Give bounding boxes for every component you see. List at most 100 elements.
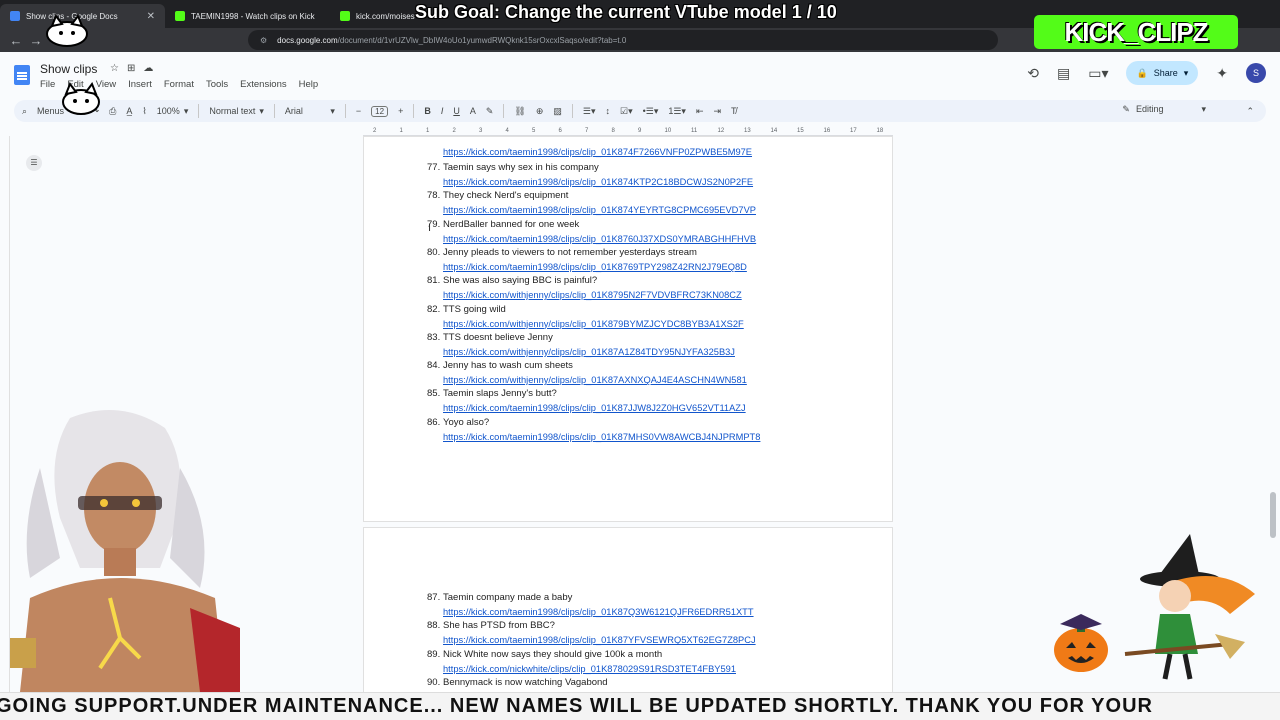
list-number: 89. [427,648,441,660]
list-number: 78. [427,190,441,202]
clip-title: 80. Jenny pleads to viewers to not rememb… [427,246,883,260]
share-button[interactable]: 🔒 Share ▾ [1126,61,1199,85]
chevron-down-icon: ▾ [1201,104,1206,114]
editing-mode-select[interactable]: ✎ Editing ▾ [1122,104,1206,115]
avatar[interactable]: S [1246,63,1266,83]
bullet-list-icon[interactable]: •☰▾ [643,106,659,117]
move-folder-icon[interactable]: ⊞ [127,63,135,74]
ruler-tick-label: 3 [479,128,483,134]
comments-icon[interactable]: ▤ [1057,65,1070,82]
docs-favicon-icon [10,11,20,21]
cloud-status-icon[interactable]: ☁ [143,63,153,74]
horizontal-ruler[interactable]: 2 1 1 2 3 4 5 6 7 8 9 10 11 12 13 14 15 16 17 18 [363,128,893,136]
pumpkin-icon [1054,614,1108,672]
zoom-select[interactable]: 100% ▾ [157,106,189,117]
numbered-list-icon[interactable]: 1☰▾ [668,106,686,117]
list-number: 83. [427,331,441,343]
clip-link[interactable]: https://kick.com/taemin1998/clips/clip_0… [443,401,883,415]
checklist-icon[interactable]: ☑▾ [620,106,633,117]
list-item: 89. Nick White now says they should give … [427,648,883,676]
increase-size-icon[interactable]: + [398,106,403,116]
clip-link[interactable]: https://kick.com/withjenny/clips/clip_01… [443,373,883,387]
insert-image-icon[interactable]: ▨ [553,106,562,117]
tab-taemin[interactable]: TAEMIN1998 - Watch clips on Kick [165,4,330,28]
list-item: 78. They check Nerd's equipment https://ki… [427,189,883,217]
site-info-icon[interactable]: ⚙ [260,36,267,45]
history-icon[interactable]: ⟲ [1027,65,1039,82]
search-icon[interactable]: ⌕ [22,106,27,117]
underline-icon[interactable]: U [453,106,460,116]
add-comment-icon[interactable]: ⊕ [536,106,544,117]
back-icon[interactable]: ← [6,33,26,48]
list-item: 85. Taemin slaps Jenny's butt? https://kic… [427,387,883,415]
print-icon[interactable]: ⎙ [109,106,116,117]
star-icon[interactable]: ☆ [110,63,119,74]
increase-indent-icon[interactable]: ⇥ [713,106,721,117]
docs-logo-icon[interactable] [14,65,30,85]
highlight-icon[interactable]: ✎ [486,106,494,117]
document-page[interactable]: 87. Taemin company made a baby https://kic… [363,527,893,697]
clip-link[interactable]: https://kick.com/nickwhite/clips/clip_01… [443,662,883,676]
clip-link[interactable]: https://kick.com/taemin1998/clips/clip_0… [443,260,883,274]
clip-link[interactable]: https://kick.com/withjenny/clips/clip_01… [443,288,883,302]
gemini-icon[interactable]: ✦ [1216,65,1228,82]
menu-help[interactable]: Help [299,79,319,90]
link-icon[interactable]: ⛓ [514,106,525,117]
clip-link[interactable]: https://kick.com/withjenny/clips/clip_01… [443,317,883,331]
font-size-field[interactable]: 12 [371,105,389,117]
clip-link[interactable]: https://kick.com/taemin1998/clips/clip_0… [443,145,883,159]
clip-title-text: Yoyo also? [443,416,490,428]
paint-format-icon[interactable]: ⌇ [142,106,146,117]
clip-link[interactable]: https://kick.com/taemin1998/clips/clip_0… [443,430,883,444]
style-select[interactable]: Normal text ▾ [209,106,264,117]
close-icon[interactable]: ✕ [147,11,155,22]
text-color-icon[interactable]: A [470,106,476,116]
scrollbar[interactable] [1270,492,1276,538]
chevron-down-icon[interactable]: ▾ [1184,68,1189,79]
url-field[interactable]: ⚙ docs.google.com/document/d/1vrUZVlw_Db… [248,30,998,50]
menu-insert[interactable]: Insert [128,79,152,90]
clip-link[interactable]: https://kick.com/taemin1998/clips/clip_0… [443,605,883,619]
bold-icon[interactable]: B [424,106,431,116]
divider [344,104,346,118]
line-spacing-icon[interactable]: ↕ [606,106,611,116]
spellcheck-icon[interactable]: A̲ [126,106,132,116]
editing-mode-label: Editing [1135,104,1164,114]
pencil-icon: ✎ [1122,104,1130,114]
document-outline-icon[interactable]: ☰ [26,155,42,171]
italic-icon[interactable]: I [441,106,444,116]
kick-clipz-logo: KICK_CLIPZ [1034,15,1238,49]
align-icon[interactable]: ☰▾ [583,106,596,117]
clip-link[interactable]: https://kick.com/taemin1998/clips/clip_0… [443,633,883,647]
document-page[interactable]: https://kick.com/taemin1998/clips/clip_0… [363,136,893,522]
meet-icon[interactable]: ▭▾ [1088,65,1108,82]
clip-title: 77. Taemin says why sex in his company [427,161,883,175]
clip-title-text: She has PTSD from BBC? [443,620,555,632]
clip-link[interactable]: https://kick.com/taemin1998/clips/clip_0… [443,203,883,217]
decrease-size-icon[interactable]: − [356,106,361,116]
list-number: 84. [427,360,441,372]
ruler-tick-label: 6 [558,128,562,134]
ruler-tick-label: 10 [664,128,672,134]
clip-link[interactable]: https://kick.com/withjenny/clips/clip_01… [443,345,883,359]
clip-title-text: TTS going wild [443,303,506,315]
menu-format[interactable]: Format [164,79,194,90]
clip-link[interactable]: https://kick.com/taemin1998/clips/clip_0… [443,175,883,189]
menu-tools[interactable]: Tools [206,79,228,90]
chevron-down-icon: ▾ [330,105,335,116]
clip-title: 79. NerdBaller banned for one week [427,218,883,232]
url-domain: docs.google.com [277,35,338,45]
list-number: 90. [427,676,441,688]
list-number: 82. [427,303,441,315]
menu-extensions[interactable]: Extensions [240,79,286,90]
list-number: 88. [427,620,441,632]
decrease-indent-icon[interactable]: ⇤ [696,106,704,117]
clear-formatting-icon[interactable]: T̸ [731,106,737,116]
font-select[interactable]: Arial ▾ [285,106,335,117]
menu-file[interactable]: File [40,79,55,90]
list-item: 79. NerdBaller banned for one week https:/… [427,218,883,246]
collapse-toolbar-icon[interactable]: ⌃ [1246,106,1254,117]
clip-link[interactable]: https://kick.com/taemin1998/clips/clip_0… [443,232,883,246]
forward-icon[interactable]: → [26,33,46,48]
document-title[interactable]: Show clips [40,62,97,76]
